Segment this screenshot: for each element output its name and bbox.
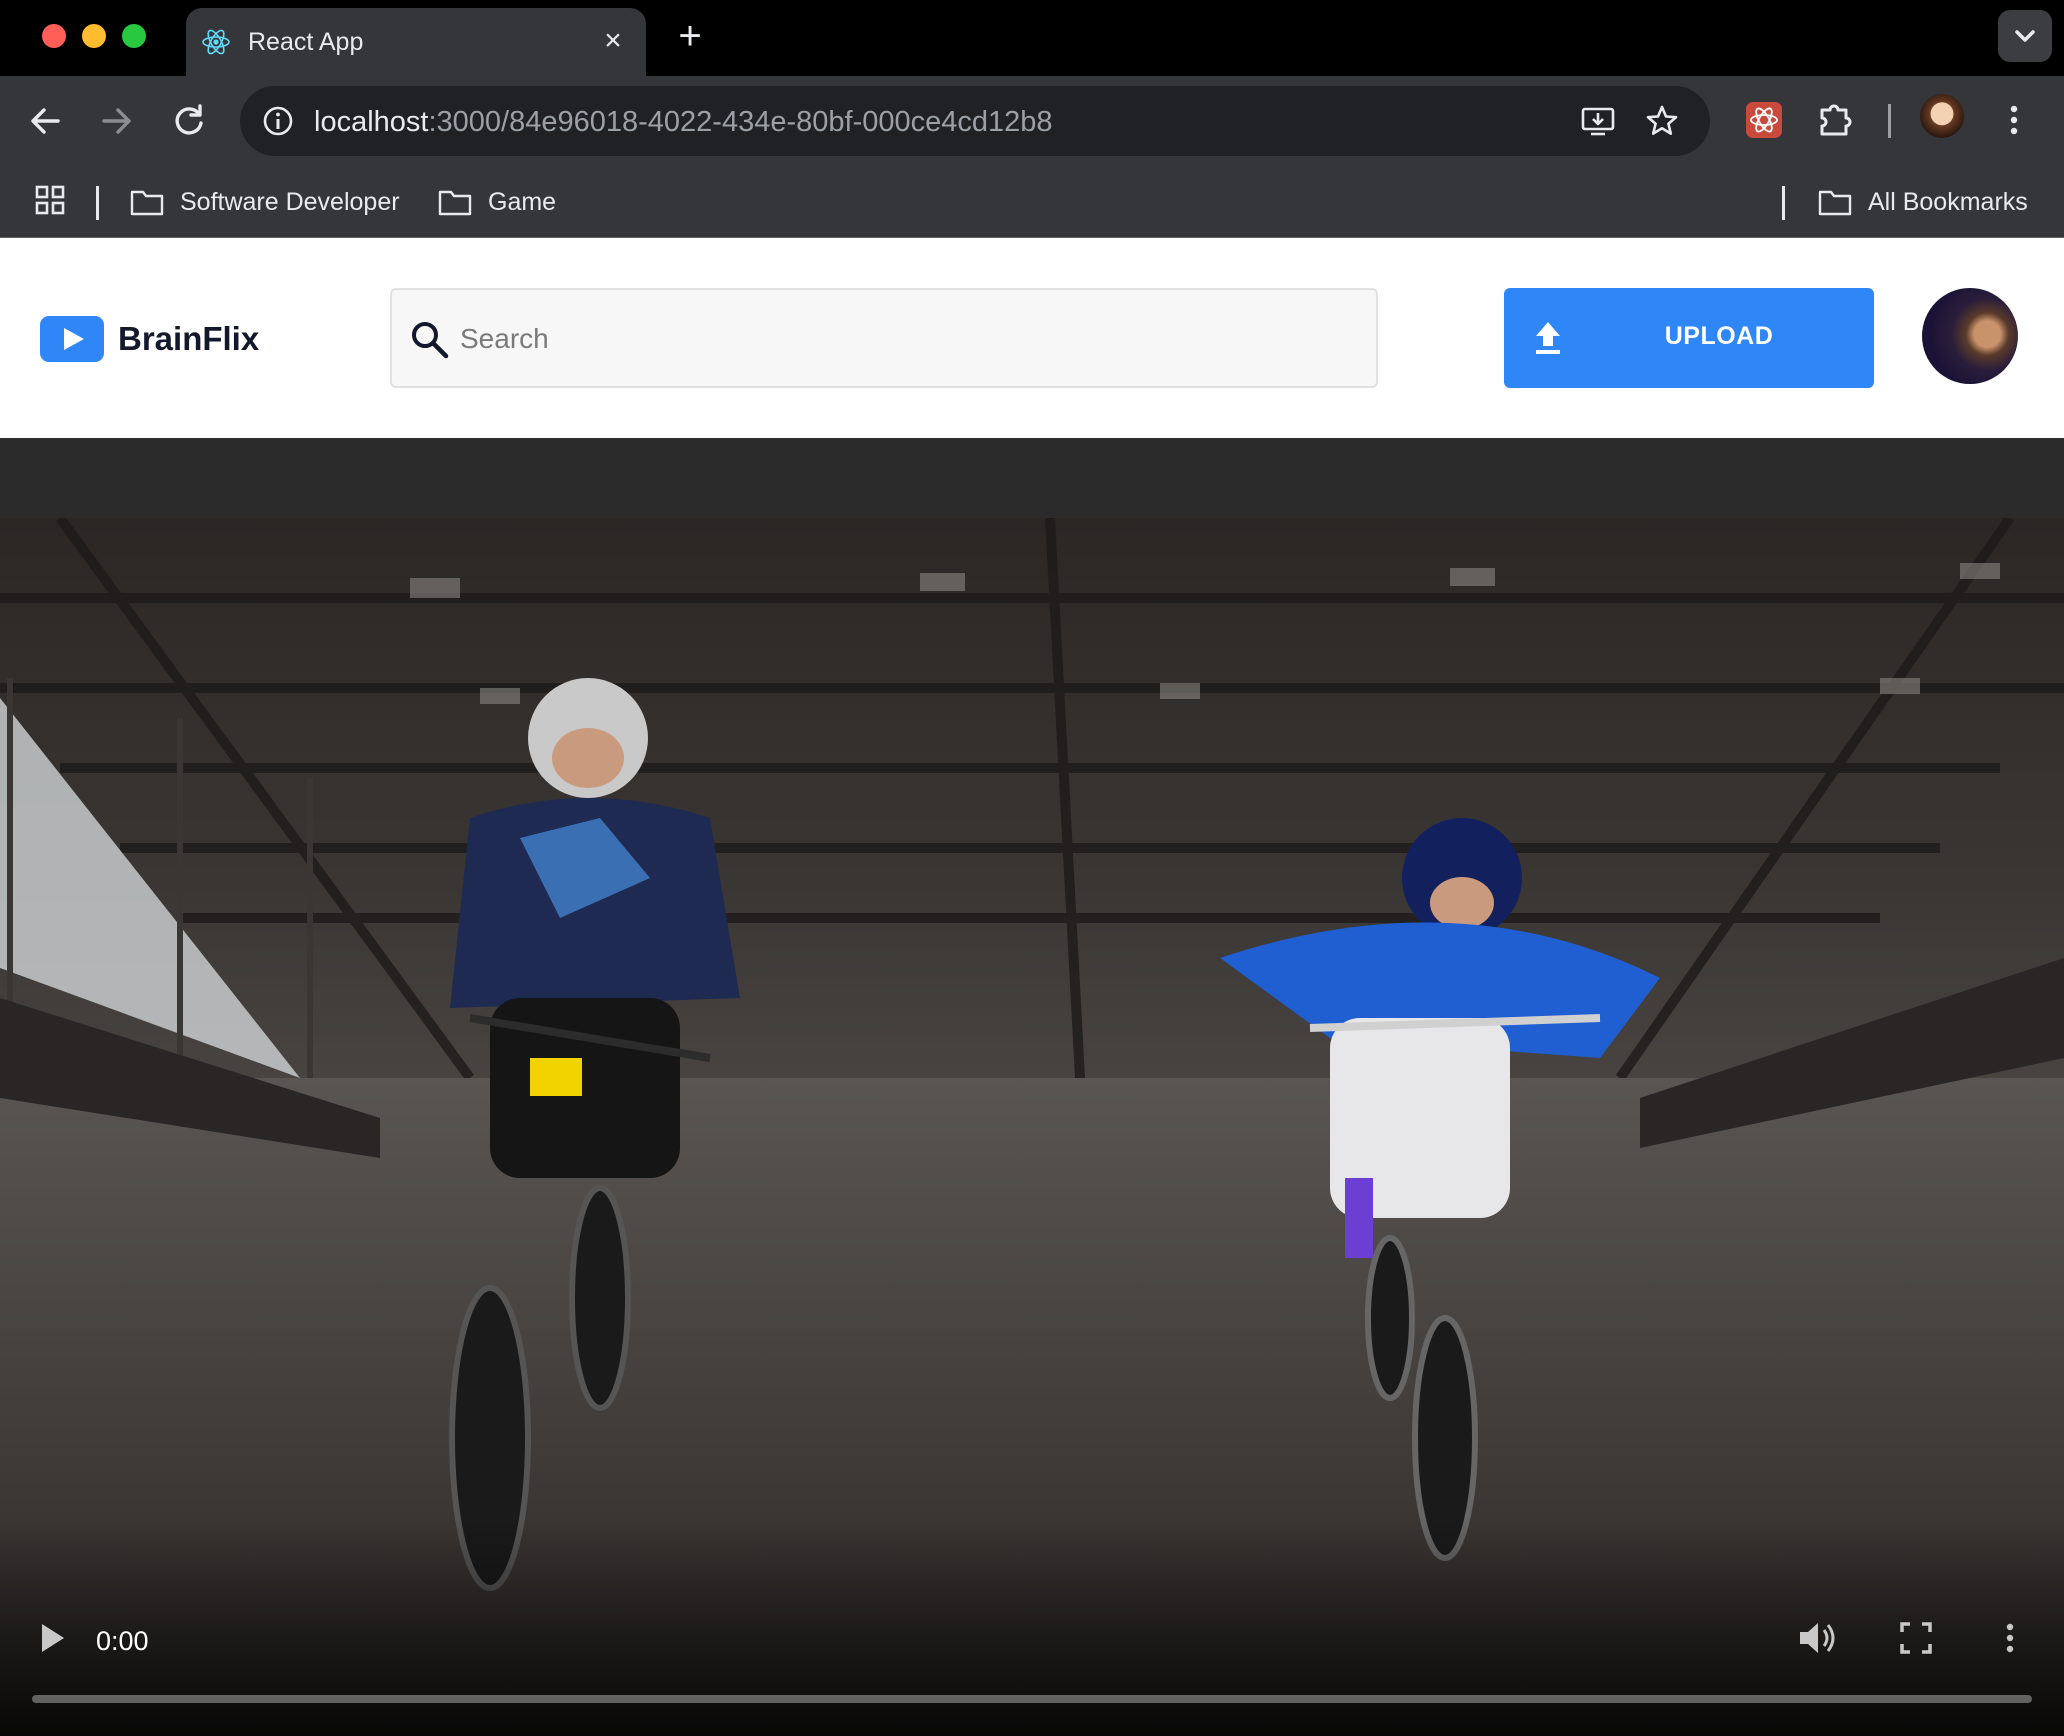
info-icon[interactable] (260, 103, 296, 139)
bookmark-label: Software Developer (180, 187, 400, 216)
all-bookmarks-label: All Bookmarks (1868, 187, 2028, 216)
window-zoom-button[interactable] (122, 24, 146, 48)
tab-strip: React App × + (0, 0, 2064, 76)
forward-arrow-icon[interactable] (92, 96, 142, 146)
upload-label: UPLOAD (1664, 322, 1774, 350)
tab-search-button[interactable] (1998, 10, 2052, 62)
bookmarks-separator (1782, 186, 1785, 220)
folder-icon (438, 190, 472, 216)
current-time: 0:00 (96, 1626, 149, 1656)
new-tab-button[interactable]: + (670, 16, 710, 56)
profile-avatar-icon[interactable] (1920, 94, 1964, 138)
video-player[interactable]: 0:00 (0, 518, 2064, 1736)
more-options-icon[interactable] (1992, 518, 2028, 558)
more-vertical-icon[interactable] (1992, 98, 2036, 142)
search-box[interactable] (390, 288, 1378, 388)
user-avatar[interactable] (1922, 288, 2018, 384)
tab-react-app[interactable]: React App × (186, 8, 646, 76)
window-close-button[interactable] (42, 24, 66, 48)
extension-react-devtools-icon[interactable] (1742, 98, 1786, 142)
bookmarks-separator (96, 186, 99, 220)
video-more-vertical-icon[interactable] (1992, 1618, 2028, 1658)
video-section: 0:00 (0, 438, 2064, 1736)
brainflix-logo[interactable]: BrainFlix (40, 316, 259, 362)
search-input[interactable] (460, 310, 1340, 368)
brand-name: BrainFlix (118, 320, 260, 357)
address-bar[interactable]: localhost:3000/84e96018-4022-434e-80bf-0… (240, 86, 1710, 156)
toolbar-separator (1888, 104, 1891, 138)
fullscreen-icon[interactable] (1896, 1618, 1936, 1658)
close-icon[interactable]: × (598, 26, 628, 56)
extensions-puzzle-icon[interactable] (1814, 98, 1858, 142)
upload-button[interactable]: UPLOAD (1504, 288, 1874, 388)
browser-toolbar: localhost:3000/84e96018-4022-434e-80bf-0… (0, 76, 2064, 168)
volume-icon[interactable] (1796, 1618, 1840, 1658)
folder-icon (1818, 190, 1852, 216)
window-minimize-button[interactable] (82, 24, 106, 48)
reload-icon[interactable] (164, 96, 214, 146)
play-logo-icon (40, 316, 104, 362)
brainflix-app: BrainFlix UPLOAD (0, 238, 2064, 1736)
browser-chrome: React App × + localhost:3000/84e96018-40… (0, 0, 2064, 238)
install-app-icon[interactable] (1580, 103, 1616, 139)
all-bookmarks-button[interactable]: All Bookmarks (1818, 182, 2028, 222)
tab-title: React App (248, 28, 364, 56)
chevron-down-icon (2015, 30, 2035, 42)
video-frame-bmx-riders (0, 518, 2064, 1736)
bookmark-folder-software-developer[interactable]: Software Developer (130, 182, 400, 222)
bookmark-label: Game (488, 187, 557, 216)
react-icon (202, 29, 230, 55)
bookmark-star-icon[interactable] (1644, 103, 1680, 139)
bookmark-folder-game[interactable]: Game (438, 182, 556, 222)
url-text: localhost:3000/84e96018-4022-434e-80bf-0… (314, 106, 1053, 138)
bookmarks-bar: Software Developer Game All Bookmarks (0, 168, 2064, 238)
search-icon (412, 322, 449, 359)
back-arrow-icon[interactable] (20, 96, 70, 146)
play-icon[interactable] (34, 1618, 70, 1658)
site-header: BrainFlix UPLOAD (0, 238, 2064, 438)
video-progress-bar[interactable] (32, 1695, 2032, 1703)
folder-icon (130, 190, 164, 216)
apps-grid-icon[interactable] (34, 184, 66, 216)
